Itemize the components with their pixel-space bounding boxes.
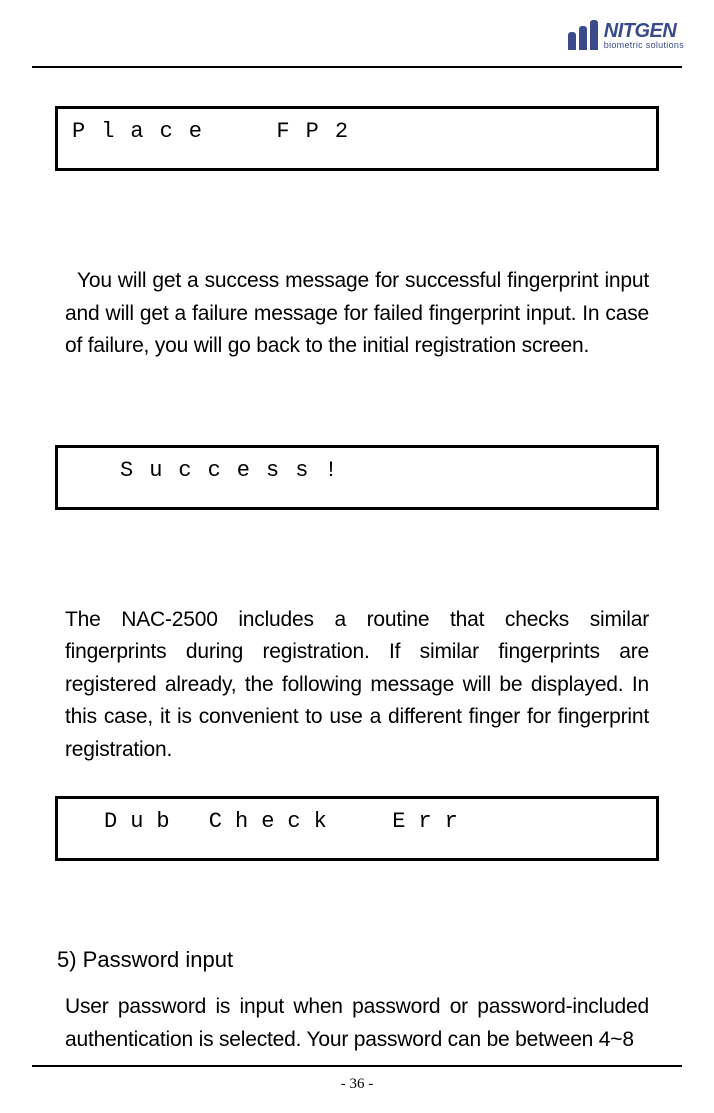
nitgen-logo: NITGEN biometric solutions (568, 20, 684, 50)
section-heading-password-input: 5) Password input (57, 947, 659, 973)
lcd-display-box-2: Success! (55, 445, 659, 510)
lcd-display-box-3: Dub Check Err (55, 796, 659, 861)
lcd-text-dub-check-err: Dub Check Err (72, 809, 642, 834)
logo-name: NITGEN (604, 21, 684, 41)
logo-bars-icon (568, 20, 598, 50)
header-divider (32, 66, 682, 68)
page-number: - 36 - (0, 1076, 714, 1093)
lcd-text-success: Success! (72, 458, 642, 483)
paragraph-success-failure: You will get a success message for succe… (65, 265, 649, 363)
paragraph-password-input: User password is input when password or … (65, 991, 649, 1056)
logo-tagline: biometric solutions (604, 41, 684, 50)
lcd-display-box-1: Place FP2 (55, 106, 659, 171)
page-header: NITGEN biometric solutions (0, 0, 714, 70)
paragraph-nac2500-routine: The NAC-2500 includes a routine that che… (65, 604, 649, 767)
footer-divider (32, 1065, 682, 1067)
lcd-text-place-fp2: Place FP2 (72, 119, 642, 144)
